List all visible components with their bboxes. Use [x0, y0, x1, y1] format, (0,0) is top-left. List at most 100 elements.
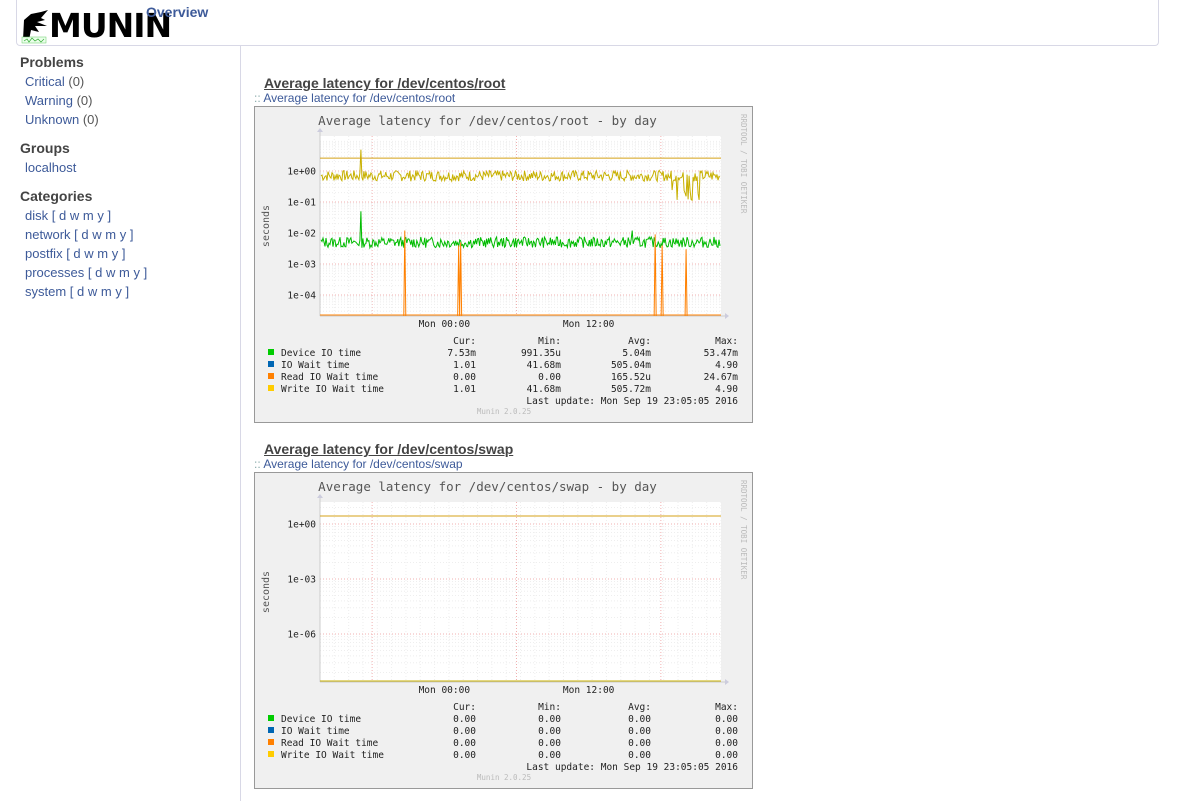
category-4-row[interactable]: system [ d w m y ]: [25, 284, 129, 299]
legend-value: 53.47m: [704, 348, 739, 359]
legend-column-header: Avg:: [628, 336, 651, 347]
legend-value: 505.72m: [611, 384, 651, 395]
category-2-row[interactable]: postfix [ d w m y ]: [25, 246, 126, 261]
legend-value: 1.01: [453, 384, 476, 395]
category-period-link[interactable]: m: [119, 265, 130, 280]
legend-series-name: IO Wait time: [281, 726, 350, 737]
graph-sublink-root[interactable]: :: Average latency for /dev/centos/root: [254, 91, 455, 105]
graph-heading-swap: Average latency for /dev/centos/swap: [264, 441, 514, 457]
category-period-link[interactable]: d: [77, 284, 84, 299]
category-period-link[interactable]: w: [88, 284, 97, 299]
munin-version: Munin 2.0.25: [477, 407, 531, 416]
legend-column-header: Cur:: [453, 336, 476, 347]
problem-label[interactable]: Critical: [25, 74, 65, 89]
category-label[interactable]: network: [25, 227, 71, 242]
legend-value: 0.00: [538, 726, 561, 737]
category-label[interactable]: system: [25, 284, 66, 299]
y-tick-label: 1e-04: [287, 291, 316, 302]
legend-column-header: Min:: [538, 702, 561, 713]
problem-critical-link[interactable]: Critical (0): [25, 74, 84, 89]
category-period-link[interactable]: d: [81, 227, 88, 242]
legend-value: 0.00: [538, 714, 561, 725]
problem-count: (0): [82, 112, 99, 127]
latency-graph-root[interactable]: Average latency for /dev/centos/root - b…: [254, 106, 753, 423]
category-period-link[interactable]: w: [70, 208, 79, 223]
last-update-text: Last update: Mon Sep 19 23:05:05 2016: [526, 396, 738, 407]
category-period-link[interactable]: m: [105, 227, 116, 242]
y-tick-label: 1e-03: [287, 575, 316, 586]
category-period-link[interactable]: m: [97, 246, 108, 261]
y-axis-label: seconds: [261, 571, 272, 613]
groups-heading: Groups: [20, 140, 70, 156]
category-period-link[interactable]: m: [101, 284, 112, 299]
category-label[interactable]: postfix: [25, 246, 63, 261]
category-period-link[interactable]: y: [133, 265, 140, 280]
legend-swatch: [268, 361, 274, 367]
problem-warning-link[interactable]: Warning (0): [25, 93, 92, 108]
category-0-row[interactable]: disk [ d w m y ]: [25, 208, 111, 223]
latency-graph-swap[interactable]: Average latency for /dev/centos/swap - b…: [254, 472, 753, 789]
legend-value: 0.00: [453, 372, 476, 383]
rrdtool-credit: RRDTOOL / TOBI OETIKER: [739, 480, 748, 580]
legend-swatch: [268, 727, 274, 733]
legend-series-name: Device IO time: [281, 348, 361, 359]
problem-unknown-link[interactable]: Unknown (0): [25, 112, 99, 127]
legend-value: 24.67m: [704, 372, 739, 383]
category-period-link[interactable]: d: [73, 246, 80, 261]
graph-sublink-text[interactable]: Average latency for /dev/centos/root: [263, 91, 455, 105]
legend-series-name: Read IO Wait time: [281, 372, 379, 383]
legend-value: 5.04m: [622, 348, 651, 359]
legend-swatch: [268, 739, 274, 745]
categories-heading: Categories: [20, 188, 93, 204]
group-localhost-link[interactable]: localhost: [25, 160, 76, 175]
legend-value: 0.00: [715, 726, 738, 737]
category-period-link[interactable]: w: [92, 227, 101, 242]
category-period-link[interactable]: d: [95, 265, 102, 280]
category-period-link[interactable]: w: [106, 265, 115, 280]
category-period-link[interactable]: y: [112, 246, 119, 261]
legend-value: 41.68m: [527, 384, 562, 395]
category-period-link[interactable]: y: [97, 208, 104, 223]
top-header: MUNIN Overview: [16, 0, 1159, 46]
category-label[interactable]: processes: [25, 265, 84, 280]
x-tick-label: Mon 12:00: [563, 319, 615, 330]
category-period-link[interactable]: w: [84, 246, 93, 261]
problem-label[interactable]: Unknown: [25, 112, 79, 127]
legend-column-header: Min:: [538, 336, 561, 347]
munin-logo[interactable]: MUNIN: [21, 7, 172, 45]
rrdtool-credit: RRDTOOL / TOBI OETIKER: [739, 114, 748, 214]
legend-value: 991.35u: [521, 348, 561, 359]
legend-swatch: [268, 349, 274, 355]
category-label[interactable]: disk: [25, 208, 48, 223]
category-period-link[interactable]: m: [83, 208, 94, 223]
chart-title: Average latency for /dev/centos/swap - b…: [318, 479, 657, 494]
legend-series-name: Device IO time: [281, 714, 361, 725]
legend-value: 0.00: [628, 714, 651, 725]
category-period-link[interactable]: d: [59, 208, 66, 223]
category-period-link[interactable]: y: [115, 284, 122, 299]
graph-svg: Average latency for /dev/centos/swap - b…: [254, 472, 753, 789]
legend-value: 0.00: [715, 714, 738, 725]
category-3-row[interactable]: processes [ d w m y ]: [25, 265, 147, 280]
problem-label[interactable]: Warning: [25, 93, 73, 108]
graph-sublink-text[interactable]: Average latency for /dev/centos/swap: [263, 457, 462, 471]
legend-swatch: [268, 385, 274, 391]
legend-value: 0.00: [715, 750, 738, 761]
graph-sublink-swap[interactable]: :: Average latency for /dev/centos/swap: [254, 457, 463, 471]
y-tick-label: 1e-01: [287, 198, 316, 209]
raven-logo-icon: [21, 10, 48, 44]
category-period-link[interactable]: y: [120, 227, 127, 242]
y-axis-label: seconds: [261, 205, 272, 247]
category-1-row[interactable]: network [ d w m y ]: [25, 227, 133, 242]
x-tick-label: Mon 00:00: [419, 685, 471, 696]
legend-value: 41.68m: [527, 360, 562, 371]
legend-value: 7.53m: [447, 348, 476, 359]
legend-value: 0.00: [538, 750, 561, 761]
legend-column-header: Cur:: [453, 702, 476, 713]
problems-heading: Problems: [20, 54, 84, 70]
problem-count: (0): [68, 74, 85, 89]
overview-link[interactable]: Overview: [146, 4, 208, 20]
x-tick-label: Mon 00:00: [419, 319, 471, 330]
last-update-text: Last update: Mon Sep 19 23:05:05 2016: [526, 762, 738, 773]
legend-value: 0.00: [715, 738, 738, 749]
